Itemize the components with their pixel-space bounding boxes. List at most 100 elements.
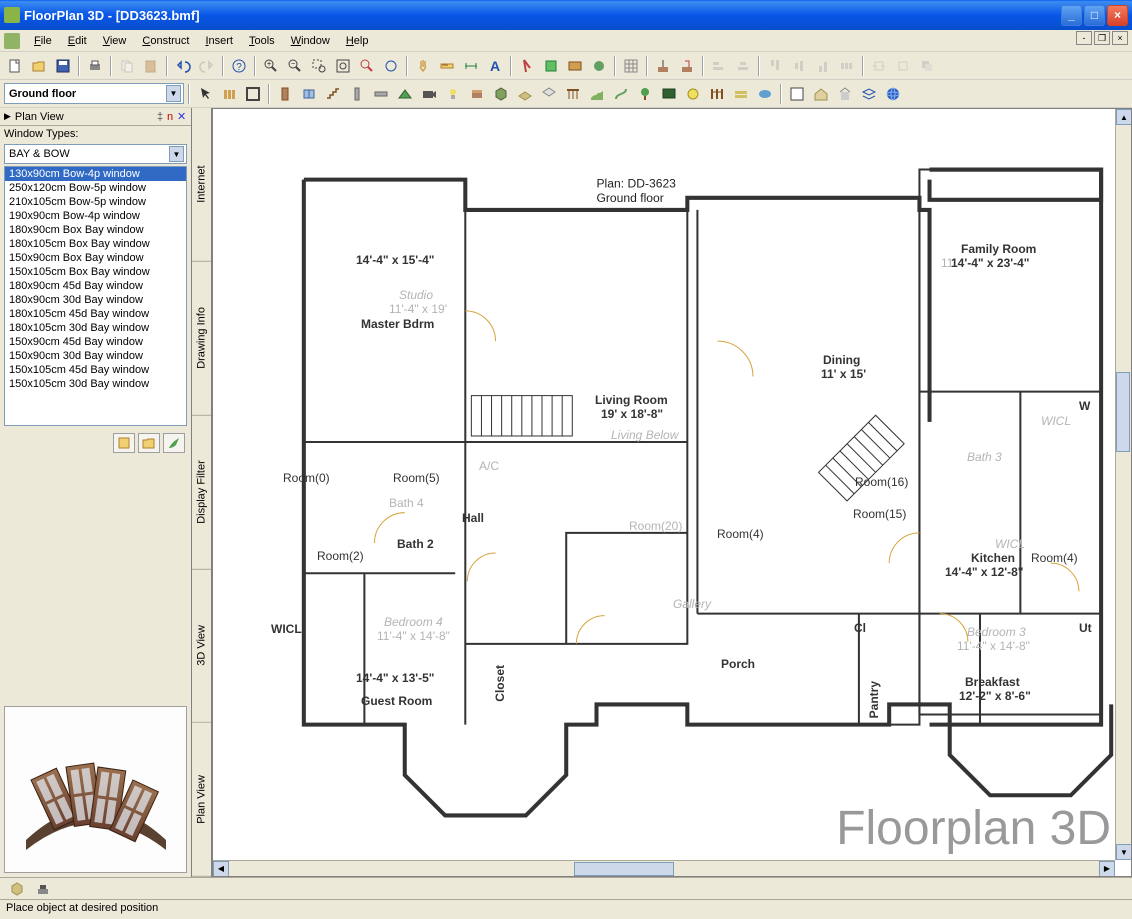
scroll-left-button[interactable]: ◀ — [213, 861, 229, 877]
door-tool[interactable] — [274, 83, 296, 105]
maximize-button[interactable]: □ — [1084, 5, 1105, 26]
text-button[interactable]: A — [484, 55, 506, 77]
ceiling-tool[interactable] — [538, 83, 560, 105]
snap-button[interactable] — [652, 55, 674, 77]
menu-file[interactable]: File — [26, 33, 60, 49]
zoom-in-button[interactable]: + — [260, 55, 282, 77]
roof-tool[interactable] — [394, 83, 416, 105]
save-button[interactable] — [52, 55, 74, 77]
dimension-button[interactable] — [460, 55, 482, 77]
drawing-canvas[interactable]: Plan: DD-3623 Ground floor 14'-4" x 15'-… — [212, 108, 1132, 877]
close-button[interactable]: × — [1107, 5, 1128, 26]
screen-tool[interactable] — [658, 83, 680, 105]
tab-display-filter[interactable]: Display Filter — [192, 416, 211, 570]
panel-props-button[interactable] — [113, 433, 135, 453]
list-item[interactable]: 150x90cm Box Bay window — [5, 251, 186, 265]
grid-button[interactable] — [620, 55, 642, 77]
list-item[interactable]: 150x105cm 45d Bay window — [5, 363, 186, 377]
scroll-thumb-h[interactable] — [574, 862, 674, 876]
house-tool[interactable] — [810, 83, 832, 105]
pin-icon[interactable]: ‡ — [157, 111, 167, 123]
light-tool[interactable] — [442, 83, 464, 105]
panel-paint-button[interactable] — [163, 433, 185, 453]
status-tool-b[interactable] — [32, 878, 54, 900]
plant-tool[interactable] — [634, 83, 656, 105]
scroll-down-button[interactable]: ▼ — [1116, 844, 1132, 860]
list-item[interactable]: 150x105cm Box Bay window — [5, 265, 186, 279]
room-tool[interactable] — [242, 83, 264, 105]
mdi-minimize[interactable]: - — [1076, 31, 1092, 45]
menu-help[interactable]: Help — [338, 33, 377, 49]
mdi-restore[interactable]: ❐ — [1094, 31, 1110, 45]
zoom-window-button[interactable] — [308, 55, 330, 77]
window-tool[interactable] — [298, 83, 320, 105]
camera-tool[interactable] — [418, 83, 440, 105]
fence-tool[interactable] — [706, 83, 728, 105]
minimize-button[interactable]: _ — [1061, 5, 1082, 26]
undo-button[interactable] — [172, 55, 194, 77]
status-tool-a[interactable] — [6, 878, 28, 900]
collapse-icon[interactable]: ▶ — [4, 111, 11, 122]
list-item[interactable]: 190x90cm Bow-4p window — [5, 209, 186, 223]
tool-a-button[interactable] — [516, 55, 538, 77]
list-item[interactable]: 180x105cm 45d Bay window — [5, 307, 186, 321]
new-button[interactable] — [4, 55, 26, 77]
scroll-thumb-v[interactable] — [1116, 372, 1130, 452]
scroll-up-button[interactable]: ▲ — [1116, 109, 1132, 125]
window-items-list[interactable]: 130x90cm Bow-4p window250x120cm Bow-5p w… — [4, 166, 187, 426]
rail-tool[interactable] — [562, 83, 584, 105]
list-item[interactable]: 150x90cm 45d Bay window — [5, 335, 186, 349]
wall-tool[interactable] — [218, 83, 240, 105]
pool-tool[interactable] — [754, 83, 776, 105]
print-button[interactable] — [84, 55, 106, 77]
menu-insert[interactable]: Insert — [197, 33, 241, 49]
tool-b-button[interactable] — [540, 55, 562, 77]
scroll-right-button[interactable]: ▶ — [1099, 861, 1115, 877]
list-item[interactable]: 150x90cm 30d Bay window — [5, 349, 186, 363]
close-panel-icon[interactable]: ✕ — [177, 110, 187, 123]
list-item[interactable]: 150x105cm 30d Bay window — [5, 377, 186, 391]
globe-tool[interactable] — [882, 83, 904, 105]
vertical-scrollbar[interactable]: ▲ ▼ — [1115, 109, 1131, 860]
floor-selector[interactable]: Ground floor ▼ — [4, 83, 184, 104]
list-item[interactable]: 180x90cm 45d Bay window — [5, 279, 186, 293]
list-item[interactable]: 180x90cm 30d Bay window — [5, 293, 186, 307]
red-tack-icon[interactable]: n — [167, 111, 177, 123]
tool-d-button[interactable] — [588, 55, 610, 77]
menu-window[interactable]: Window — [283, 33, 338, 49]
window-type-selector[interactable]: BAY & BOW ▼ — [4, 144, 187, 164]
help-button[interactable]: ? — [228, 55, 250, 77]
menu-tools[interactable]: Tools — [241, 33, 283, 49]
furniture-tool[interactable] — [466, 83, 488, 105]
layers-tool[interactable] — [858, 83, 880, 105]
pan-button[interactable] — [412, 55, 434, 77]
menu-construct[interactable]: Construct — [134, 33, 197, 49]
tool-c-button[interactable] — [564, 55, 586, 77]
tab-3d-view[interactable]: 3D View — [192, 569, 211, 723]
list-item[interactable]: 180x105cm Box Bay window — [5, 237, 186, 251]
zoom-realtime-button[interactable] — [380, 55, 402, 77]
list-item[interactable]: 210x105cm Bow-5p window — [5, 195, 186, 209]
path-tool[interactable] — [610, 83, 632, 105]
object-tool[interactable] — [490, 83, 512, 105]
zoom-prev-button[interactable] — [356, 55, 378, 77]
beam-tool[interactable] — [370, 83, 392, 105]
list-item[interactable]: 180x90cm Box Bay window — [5, 223, 186, 237]
elevation-tool[interactable] — [834, 83, 856, 105]
render-tool[interactable] — [786, 83, 808, 105]
tab-plan-view[interactable]: Plan View — [192, 723, 211, 877]
list-item[interactable]: 250x120cm Bow-5p window — [5, 181, 186, 195]
mdi-close[interactable]: × — [1112, 31, 1128, 45]
measure-button[interactable] — [436, 55, 458, 77]
select-tool[interactable] — [194, 83, 216, 105]
ortho-button[interactable] — [676, 55, 698, 77]
floor-tool[interactable] — [514, 83, 536, 105]
zoom-fit-button[interactable] — [332, 55, 354, 77]
menu-edit[interactable]: Edit — [60, 33, 95, 49]
menu-view[interactable]: View — [95, 33, 135, 49]
elec-tool[interactable] — [682, 83, 704, 105]
tab-internet[interactable]: Internet — [192, 108, 211, 262]
slab-tool[interactable] — [730, 83, 752, 105]
zoom-out-button[interactable]: − — [284, 55, 306, 77]
panel-folder-button[interactable] — [138, 433, 160, 453]
